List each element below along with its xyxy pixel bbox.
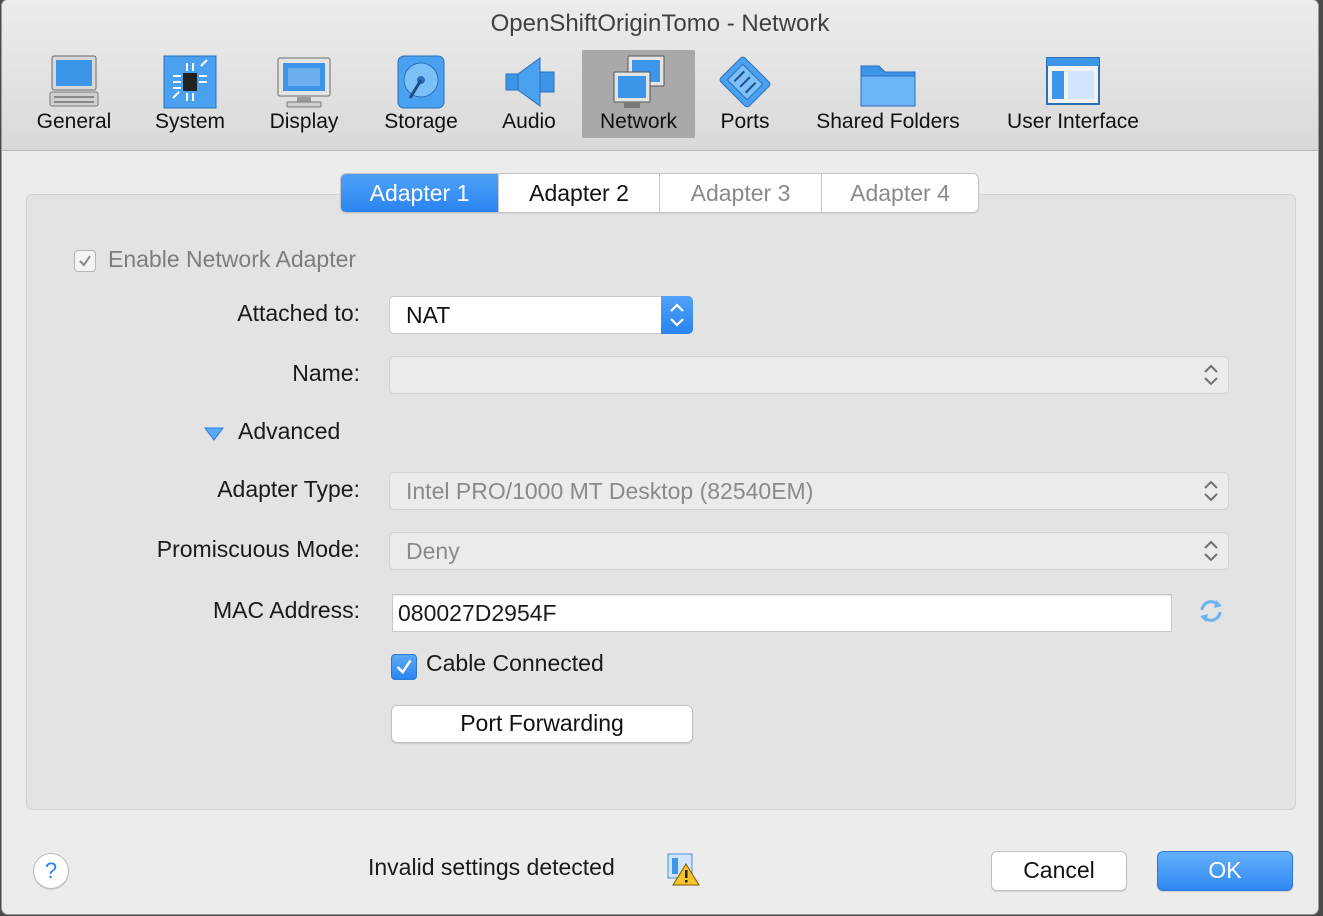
cable-connected-label: Cable Connected bbox=[426, 650, 604, 676]
advanced-toggle[interactable]: Advanced bbox=[238, 418, 340, 445]
checkmark-icon bbox=[396, 659, 412, 675]
refresh-mac-icon[interactable] bbox=[1196, 596, 1226, 626]
settings-window: OpenShiftOriginTomo - Network General Sy… bbox=[2, 0, 1318, 914]
toolbar-label: Audio bbox=[502, 110, 556, 133]
cable-connected-checkbox[interactable] bbox=[391, 654, 417, 680]
toolbar-item-shared-folders[interactable]: Shared Folders bbox=[808, 50, 968, 138]
adapter-type-value: Intel PRO/1000 MT Desktop (82540EM) bbox=[406, 478, 814, 504]
tab-adapter-4[interactable]: Adapter 4 bbox=[822, 174, 978, 212]
toolbar-item-network[interactable]: Network bbox=[582, 50, 695, 138]
toolbar-item-audio[interactable]: Audio bbox=[488, 50, 570, 138]
toolbar-label: General bbox=[36, 110, 112, 133]
attached-to-select[interactable]: NAT bbox=[389, 296, 693, 334]
toolbar-item-system[interactable]: System bbox=[146, 50, 234, 138]
user-interface-icon bbox=[1046, 57, 1100, 105]
window-title: OpenShiftOriginTomo - Network bbox=[490, 10, 830, 37]
adapter-type-select[interactable]: Intel PRO/1000 MT Desktop (82540EM) bbox=[389, 472, 1229, 510]
toolbar-label: User Interface bbox=[1007, 110, 1139, 133]
toolbar-label: Display bbox=[269, 110, 339, 133]
toolbar-item-storage[interactable]: Storage bbox=[374, 50, 468, 138]
tab-adapter-1[interactable]: Adapter 1 bbox=[341, 174, 499, 212]
network-icon bbox=[613, 55, 664, 108]
name-select[interactable] bbox=[389, 356, 1229, 394]
ok-button[interactable]: OK bbox=[1157, 851, 1293, 891]
chevron-updown-icon bbox=[1204, 480, 1218, 502]
help-button[interactable]: ? bbox=[33, 853, 69, 889]
enable-adapter-label: Enable Network Adapter bbox=[108, 246, 357, 272]
mac-address-label: MAC Address: bbox=[213, 597, 360, 623]
status-text: Invalid settings detected bbox=[368, 854, 615, 880]
audio-icon bbox=[505, 57, 555, 107]
cancel-button[interactable]: Cancel bbox=[991, 851, 1127, 891]
toolbar-item-ports[interactable]: Ports bbox=[706, 50, 784, 138]
chevron-updown-icon bbox=[1204, 540, 1218, 562]
storage-icon bbox=[397, 55, 445, 109]
toolbar-item-user-interface[interactable]: User Interface bbox=[998, 50, 1148, 138]
toolbar-label: Network bbox=[599, 110, 678, 133]
checkmark-icon bbox=[79, 255, 91, 267]
shared-folders-icon bbox=[860, 65, 916, 107]
ports-icon bbox=[719, 56, 771, 108]
display-icon bbox=[277, 57, 331, 108]
chevron-updown-icon bbox=[1204, 364, 1218, 386]
name-label: Name: bbox=[292, 360, 360, 386]
enable-adapter-checkbox[interactable] bbox=[74, 250, 96, 272]
general-icon bbox=[49, 55, 99, 107]
toolbar-item-display[interactable]: Display bbox=[260, 50, 348, 138]
promiscuous-mode-select[interactable]: Deny bbox=[389, 532, 1229, 570]
chevron-updown-icon bbox=[661, 296, 693, 334]
tab-adapter-3[interactable]: Adapter 3 bbox=[660, 174, 822, 212]
toolbar-label: Ports bbox=[720, 110, 770, 133]
disclosure-triangle-icon[interactable] bbox=[203, 426, 225, 442]
system-icon bbox=[163, 55, 217, 109]
attached-to-value: NAT bbox=[406, 302, 451, 328]
adapter-tabs: Adapter 1 Adapter 2 Adapter 3 Adapter 4 bbox=[340, 173, 979, 213]
toolbar-label: Shared Folders bbox=[816, 110, 960, 133]
adapter-type-label: Adapter Type: bbox=[217, 476, 360, 502]
attached-to-label: Attached to: bbox=[237, 300, 360, 326]
warning-icon[interactable] bbox=[666, 852, 700, 886]
port-forwarding-button[interactable]: Port Forwarding bbox=[391, 705, 693, 743]
promiscuous-mode-value: Deny bbox=[406, 538, 460, 564]
mac-address-input[interactable]: 080027D2954F bbox=[392, 594, 1172, 632]
toolbar: OpenShiftOriginTomo - Network General Sy… bbox=[2, 0, 1318, 151]
promiscuous-mode-label: Promiscuous Mode: bbox=[156, 536, 360, 562]
toolbar-item-general[interactable]: General bbox=[30, 50, 118, 138]
toolbar-label: System bbox=[154, 110, 225, 133]
tab-adapter-2[interactable]: Adapter 2 bbox=[499, 174, 660, 212]
toolbar-label: Storage bbox=[384, 110, 458, 133]
